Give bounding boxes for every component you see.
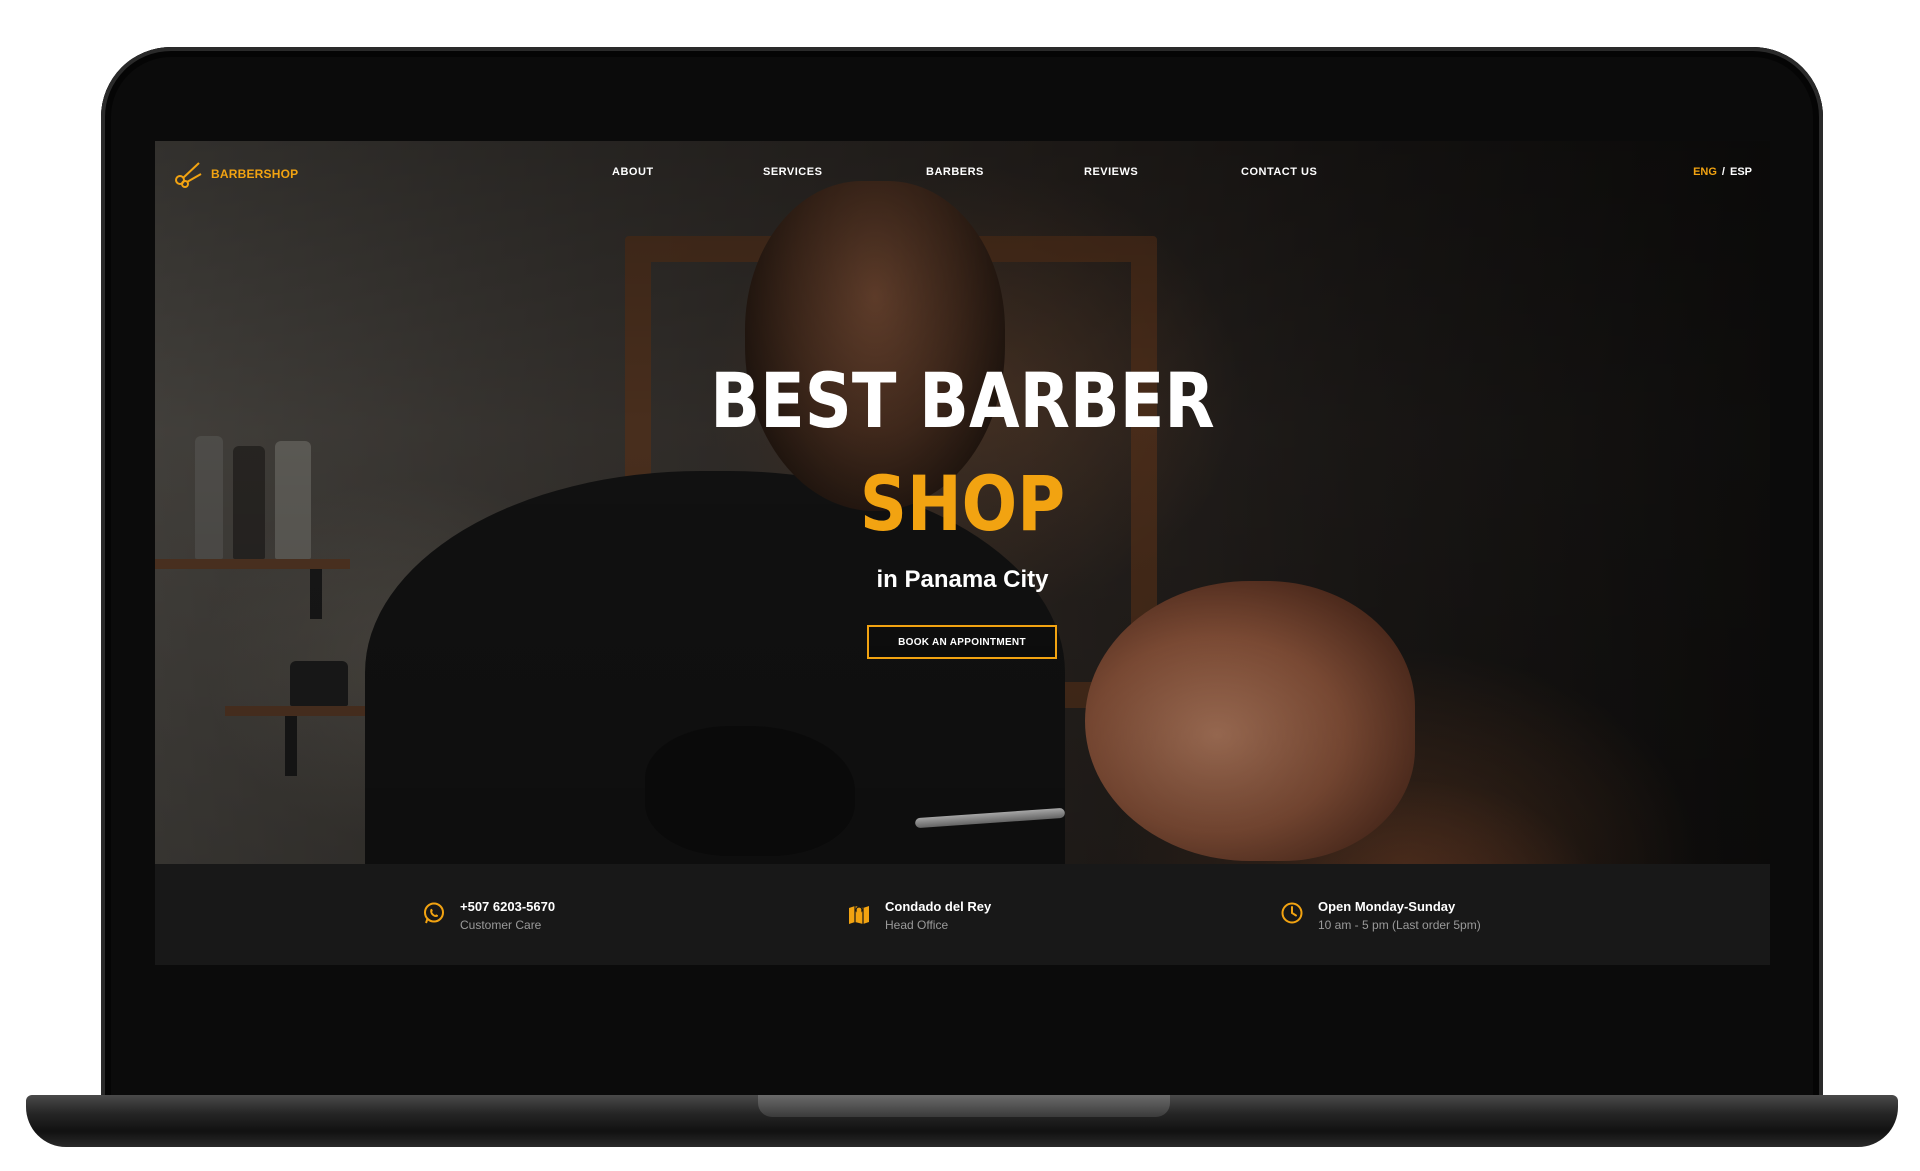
nav-link-reviews[interactable]: REVIEWS (1084, 166, 1138, 178)
nav-link-barbers[interactable]: BARBERS (926, 166, 984, 178)
clock-icon (1281, 902, 1303, 924)
laptop-notch (758, 1095, 1170, 1117)
map-icon (849, 906, 869, 924)
info-item-hours: Open Monday-Sunday 10 am - 5 pm (Last or… (1280, 899, 1481, 932)
nav-link-services[interactable]: SERVICES (763, 166, 822, 178)
phone-label: Customer Care (460, 918, 542, 932)
lang-eng[interactable]: ENG (1693, 166, 1717, 178)
nav-link-contact[interactable]: CONTACT US (1241, 166, 1317, 178)
hero-title-line1: BEST BARBER (710, 356, 1215, 445)
website-screen: BEST BARBER SHOP in Panama City BOOK AN … (155, 141, 1770, 965)
phone-number[interactable]: +507 6203-5670 (460, 899, 555, 914)
info-item-location: Condado del Rey Head Office (847, 899, 991, 932)
info-bar: +507 6203-5670 Customer Care Condado del… (155, 864, 1770, 965)
brand-name: BARBERSHOP (211, 167, 299, 181)
lang-esp[interactable]: ESP (1730, 166, 1752, 178)
language-switcher: ENG / ESP (1693, 166, 1752, 178)
scissors-icon (175, 162, 202, 188)
book-appointment-button[interactable]: BOOK AN APPOINTMENT (867, 625, 1057, 659)
hero-title-line2: SHOP (859, 459, 1066, 548)
hours-detail: 10 am - 5 pm (Last order 5pm) (1318, 918, 1481, 932)
location-label: Head Office (885, 918, 949, 932)
top-navbar: BARBERSHOP ABOUT SERVICES BARBERS REVIEW… (155, 141, 1770, 211)
hero-subtitle: in Panama City (876, 566, 1049, 593)
lang-separator: / (1721, 166, 1725, 178)
whatsapp-icon (424, 902, 444, 924)
brand-logo[interactable]: BARBERSHOP (173, 159, 298, 189)
location-name: Condado del Rey (885, 899, 992, 914)
info-item-phone: +507 6203-5670 Customer Care (422, 899, 555, 932)
hours-title: Open Monday-Sunday (1318, 899, 1456, 914)
nav-link-about[interactable]: ABOUT (612, 166, 654, 178)
hero-section: BEST BARBER SHOP in Panama City BOOK AN … (155, 141, 1770, 864)
